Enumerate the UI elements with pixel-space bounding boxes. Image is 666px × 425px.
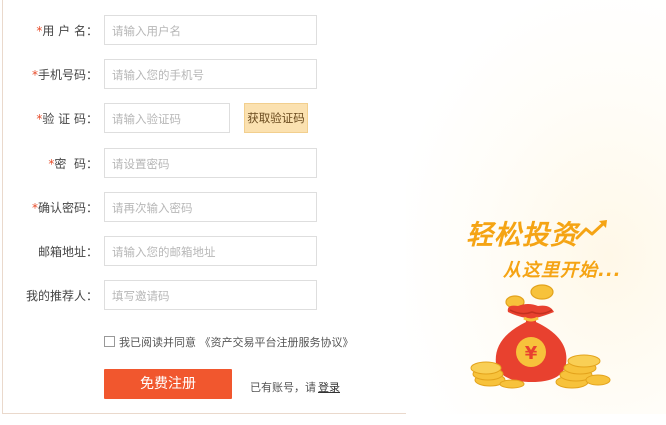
confirm-password-label: *确认密码：: [31, 201, 98, 215]
verify-code-input[interactable]: 请输入验证码: [104, 103, 230, 133]
login-link[interactable]: 登录: [318, 381, 340, 394]
referrer-input[interactable]: 填写邀请码: [104, 280, 317, 310]
money-bag-icon: ¥: [470, 284, 611, 389]
rising-arrow-icon: [575, 220, 607, 240]
username-input[interactable]: 请输入用户名: [104, 15, 317, 45]
phone-input[interactable]: 请输入您的手机号: [104, 59, 317, 89]
password-row: *密 码： 请设置密码: [0, 148, 330, 178]
email-row: 邮箱地址： 请输入您的邮箱地址: [0, 236, 330, 266]
confirm-password-row: *确认密码： 请再次输入密码: [0, 192, 330, 222]
promo-headline: 轻松投资: [466, 220, 578, 251]
get-code-button[interactable]: 获取验证码: [244, 103, 308, 133]
referrer-label: 我的推荐人：: [25, 289, 98, 303]
verify-code-row: *验 证 码： 请输入验证码 获取验证码: [0, 103, 330, 133]
agreement-link[interactable]: 《资产交易平台注册服务协议》: [200, 336, 354, 349]
phone-row: *手机号码： 请输入您的手机号: [0, 59, 330, 89]
username-label: *用 户 名：: [36, 24, 98, 38]
verify-code-label: *验 证 码：: [36, 112, 98, 126]
login-prompt: 已有账号，请: [250, 381, 316, 394]
agreement-text: 我已阅读并同意: [119, 336, 196, 349]
email-input[interactable]: 请输入您的邮箱地址: [104, 236, 317, 266]
password-label: *密 码：: [48, 157, 98, 171]
coin-symbol: ¥: [525, 343, 538, 364]
referrer-row: 我的推荐人： 填写邀请码: [0, 280, 330, 310]
agreement-row: 我已阅读并同意 《资产交易平台注册服务协议》: [104, 334, 354, 350]
phone-label: *手机号码：: [31, 68, 98, 82]
password-input[interactable]: 请设置密码: [104, 148, 317, 178]
confirm-password-input[interactable]: 请再次输入密码: [104, 192, 317, 222]
login-hint: 已有账号，请 登录: [250, 379, 340, 395]
register-button[interactable]: 免费注册: [104, 369, 232, 399]
promo-subheadline: 从这里开始...: [503, 260, 622, 281]
email-label: 邮箱地址：: [37, 245, 98, 259]
username-row: *用 户 名： 请输入用户名: [0, 15, 330, 45]
agreement-checkbox[interactable]: [104, 336, 115, 347]
